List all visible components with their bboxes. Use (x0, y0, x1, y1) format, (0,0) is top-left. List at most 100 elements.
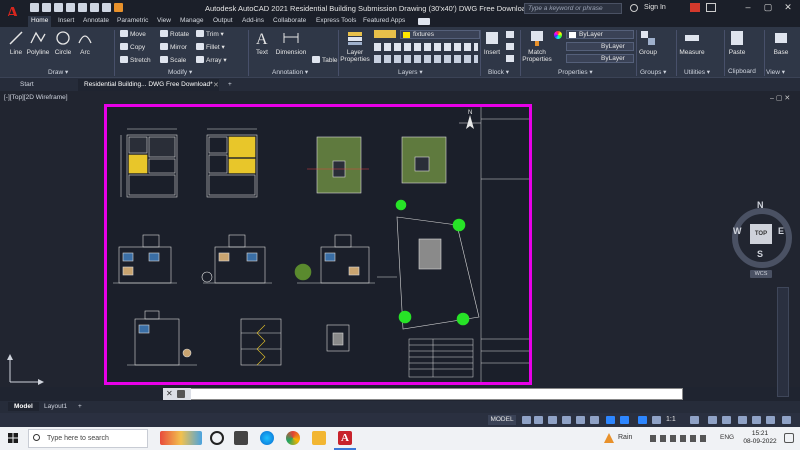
new-tab-button[interactable]: + (222, 79, 238, 91)
grid-icon[interactable] (522, 416, 531, 424)
layers-panel-title[interactable]: Layers ▾ (398, 68, 423, 76)
autocad-taskbar-icon[interactable]: A (338, 431, 352, 445)
linetype-dropdown[interactable]: ByLayer (566, 42, 634, 51)
plot-icon[interactable] (78, 3, 87, 12)
workspace-gear-icon[interactable] (690, 416, 699, 424)
tab-home[interactable]: Home (28, 16, 52, 27)
tab-view[interactable]: View (157, 16, 171, 27)
tab-active-drawing[interactable]: Residential Building... DWG Free Downloa… (78, 79, 219, 91)
scale-button[interactable]: Scale (160, 56, 186, 64)
weather-label[interactable]: Rain (618, 434, 632, 441)
customization-icon[interactable] (782, 416, 791, 424)
match-properties-button[interactable]: Match Properties (522, 29, 552, 63)
cortana-icon[interactable] (210, 431, 224, 445)
system-tray-icons[interactable] (650, 435, 710, 442)
layer-dropdown[interactable]: fixtures (400, 30, 480, 39)
lineweight-icon[interactable] (620, 416, 629, 424)
block-tools-icon[interactable] (506, 31, 514, 63)
search-input[interactable]: Type a keyword or phrase (524, 3, 622, 14)
annotation-panel-title[interactable]: Annotation ▾ (272, 68, 308, 76)
command-line-input[interactable] (163, 388, 683, 400)
compass-north[interactable]: N (757, 200, 764, 210)
close-icon[interactable]: ✕ (782, 2, 794, 14)
tab-annotate[interactable]: Annotate (83, 16, 109, 27)
paste-button[interactable]: Paste (726, 29, 748, 56)
text-button[interactable]: A Text (252, 29, 272, 56)
circle-button[interactable]: Circle (52, 29, 74, 56)
taskbar-clock[interactable]: 15:21 08-09-2022 (742, 430, 778, 446)
scale-dropdown[interactable]: 1:1 (666, 416, 676, 423)
color-wheel-icon[interactable] (554, 31, 562, 39)
measure-button[interactable]: Measure (678, 29, 706, 56)
move-button[interactable]: Move (120, 30, 146, 38)
polyline-button[interactable]: Polyline (24, 29, 52, 56)
new-layout-button[interactable]: + (72, 402, 88, 411)
object-snap-icon[interactable] (606, 416, 615, 424)
sign-in-link[interactable]: Sign In (644, 4, 666, 11)
object-snap-tracking-icon[interactable] (590, 416, 599, 424)
tab-layout1[interactable]: Layout1 (38, 402, 73, 411)
language-indicator[interactable]: ENG (720, 434, 734, 441)
view-panel-title[interactable]: View ▾ (766, 68, 785, 76)
task-view-icon[interactable] (234, 431, 248, 445)
notifications-icon[interactable] (784, 433, 794, 443)
color-dropdown[interactable]: ByLayer (566, 30, 634, 39)
tab-model[interactable]: Model (8, 402, 39, 411)
annotation-monitor-icon[interactable] (708, 416, 717, 424)
trim-button[interactable]: Trim ▾ (196, 30, 224, 38)
stretch-button[interactable]: Stretch (120, 56, 151, 64)
group-button[interactable]: Group (638, 29, 658, 56)
weather-warning-icon[interactable] (604, 433, 614, 443)
drawing-sheet[interactable]: N (104, 104, 532, 385)
draw-panel-title[interactable]: Draw ▾ (48, 68, 68, 76)
taskbar-search-input[interactable]: Type here to search (28, 429, 148, 448)
layer-tools-icon[interactable] (374, 55, 478, 63)
compass-south[interactable]: S (757, 249, 763, 259)
tab-collaborate[interactable]: Collaborate (273, 16, 306, 27)
clean-screen-icon[interactable] (766, 416, 775, 424)
annotation-visibility-icon[interactable] (652, 416, 661, 424)
array-button[interactable]: Array ▾ (196, 56, 227, 64)
rotate-button[interactable]: Rotate (160, 30, 189, 38)
polar-icon[interactable] (562, 416, 571, 424)
save-icon[interactable] (54, 3, 63, 12)
layer-tools-icon[interactable] (374, 43, 478, 51)
tab-featured-apps[interactable]: Featured Apps (363, 16, 405, 27)
chrome-browser-icon[interactable] (286, 431, 300, 445)
copy-button[interactable]: Copy (120, 43, 145, 51)
modify-panel-title[interactable]: Modify ▾ (168, 68, 192, 76)
redo-icon[interactable] (102, 3, 111, 12)
autodesk-app-store-icon[interactable] (690, 3, 700, 12)
viewport-window-controls[interactable]: – ▢ ✕ (770, 94, 790, 102)
annotation-scale-icon[interactable] (638, 416, 647, 424)
undo-icon[interactable] (90, 3, 99, 12)
isolate-objects-icon[interactable] (752, 416, 761, 424)
minimize-icon[interactable]: – (742, 2, 754, 14)
fillet-button[interactable]: Fillet ▾ (196, 43, 225, 51)
save-as-icon[interactable] (66, 3, 75, 12)
table-button[interactable]: Table (312, 56, 338, 64)
open-file-icon[interactable] (42, 3, 51, 12)
layer-properties-button[interactable]: Layer Properties (340, 29, 370, 63)
units-icon[interactable] (722, 416, 731, 424)
compass-west[interactable]: W (733, 226, 742, 236)
windows-start-icon[interactable] (8, 433, 18, 443)
model-space-button[interactable]: MODEL (488, 415, 516, 425)
tab-add-ins[interactable]: Add-ins (242, 16, 264, 27)
command-close-icon[interactable]: ✕ (166, 389, 173, 398)
tab-insert[interactable]: Insert (58, 16, 74, 27)
properties-panel-title[interactable]: Properties ▾ (558, 68, 593, 76)
lineweight-dropdown[interactable]: ByLayer (566, 54, 634, 63)
utilities-panel-title[interactable]: Utilities ▾ (684, 68, 710, 76)
navigation-bar[interactable] (777, 287, 789, 397)
mirror-button[interactable]: Mirror (160, 43, 187, 51)
wcs-menu[interactable]: WCS (750, 270, 772, 278)
layer-state-icon[interactable] (374, 30, 396, 38)
tab-express-tools[interactable]: Express Tools (316, 16, 356, 27)
base-button[interactable]: Base (770, 29, 792, 56)
tab-parametric[interactable]: Parametric (117, 16, 148, 27)
tab-close-icon[interactable]: ✕ (213, 81, 219, 89)
viewcube-top-face[interactable]: TOP (750, 224, 772, 244)
isodraft-icon[interactable] (576, 416, 585, 424)
edge-browser-icon[interactable] (260, 431, 274, 445)
